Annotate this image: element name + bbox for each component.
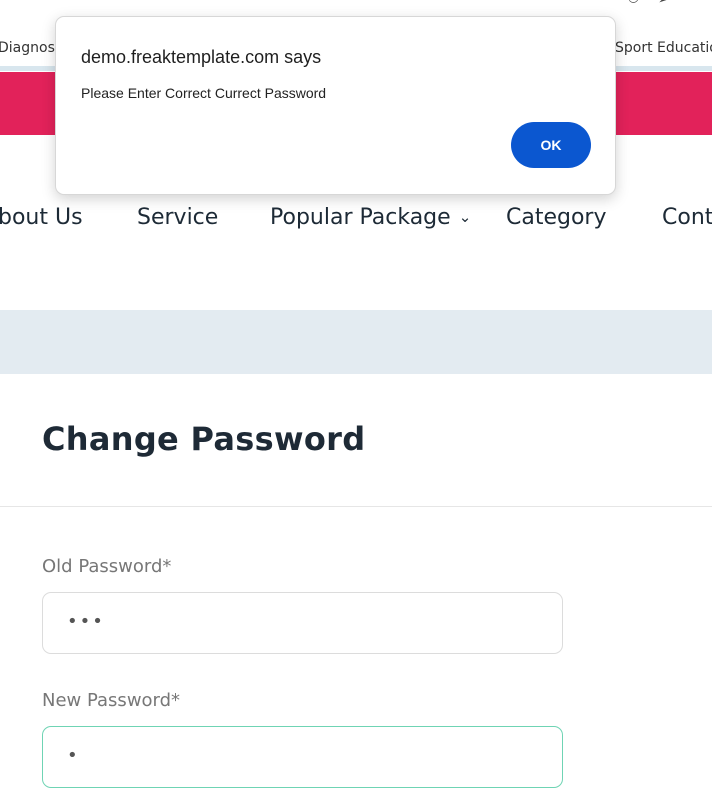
chevron-down-icon: ⌄ [458, 208, 472, 226]
nav-popular-package[interactable]: Popular Package ⌄ [270, 205, 471, 230]
top-link-diagnostics[interactable]: Diagnost [0, 40, 60, 56]
new-password-value: • [67, 745, 80, 766]
alert-dialog: demo.freaktemplate.com says Please Enter… [55, 16, 616, 195]
title-divider [0, 506, 712, 507]
dialog-message: Please Enter Correct Currect Password [81, 85, 327, 101]
main-nav: bout Us Service Popular Package ⌄ Categor… [0, 205, 712, 245]
page-title: Change Password [42, 420, 366, 458]
nav-about-us[interactable]: bout Us [0, 205, 83, 230]
nav-contact[interactable]: Cont [662, 205, 712, 230]
new-password-label: New Password* [42, 690, 181, 711]
new-password-field[interactable]: • [42, 726, 563, 788]
breadcrumb-band [0, 310, 712, 374]
send-icon[interactable]: ➢ [657, 0, 672, 9]
nav-category[interactable]: Category [506, 205, 607, 230]
nav-popular-package-label: Popular Package [270, 205, 451, 230]
top-icons: ⌾ ➢ [628, 0, 686, 9]
nav-service[interactable]: Service [137, 205, 218, 230]
ok-button[interactable]: OK [511, 122, 591, 168]
old-password-field[interactable]: ••• [42, 592, 563, 654]
top-link-sport-education[interactable]: Sport Educatio [615, 40, 712, 56]
old-password-value: ••• [67, 611, 105, 632]
old-password-label: Old Password* [42, 556, 172, 577]
dialog-title: demo.freaktemplate.com says [81, 47, 322, 67]
location-pin-icon[interactable]: ⌾ [628, 0, 639, 9]
